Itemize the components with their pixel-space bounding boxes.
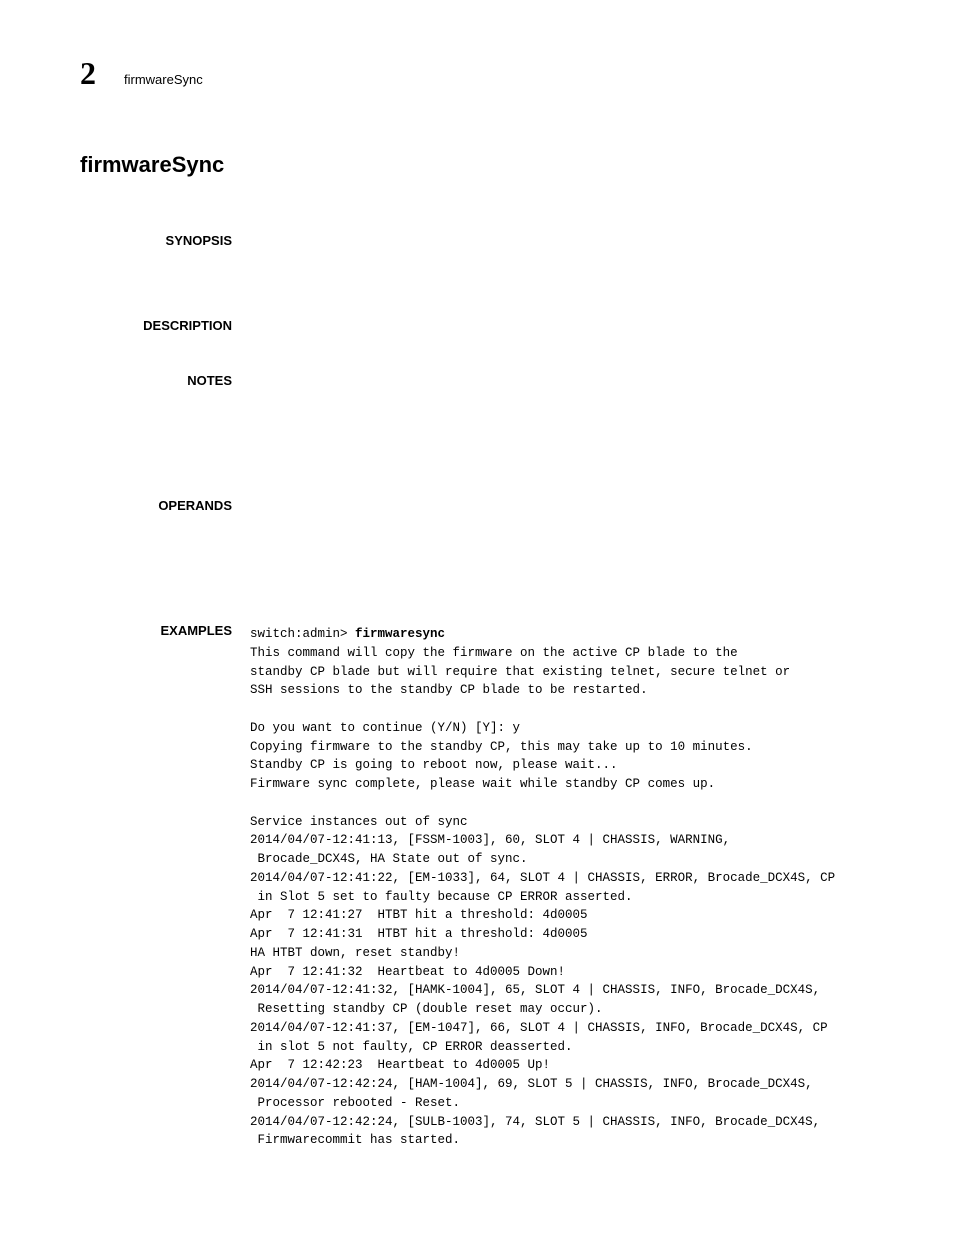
page-header: 2 firmwareSync: [80, 55, 874, 92]
synopsis-content: [250, 233, 874, 248]
operands-content: [250, 498, 874, 513]
section-examples: EXAMPLES switch:admin> firmwaresync This…: [80, 623, 874, 1150]
example-prompt: switch:admin>: [250, 627, 355, 641]
notes-content: [250, 373, 874, 388]
section-description: DESCRIPTION: [80, 318, 874, 333]
operands-label: OPERANDS: [80, 498, 250, 513]
chapter-number: 2: [80, 55, 96, 92]
section-synopsis: SYNOPSIS: [80, 233, 874, 248]
section-notes: NOTES: [80, 373, 874, 388]
description-label: DESCRIPTION: [80, 318, 250, 333]
example-command: firmwaresync: [355, 627, 445, 641]
main-heading: firmwareSync: [80, 152, 874, 178]
examples-label: EXAMPLES: [80, 623, 250, 1150]
example-code-block: switch:admin> firmwaresync This command …: [250, 625, 874, 1150]
synopsis-label: SYNOPSIS: [80, 233, 250, 248]
section-operands: OPERANDS: [80, 498, 874, 513]
notes-label: NOTES: [80, 373, 250, 388]
description-content: [250, 318, 874, 333]
example-body: This command will copy the firmware on t…: [250, 646, 835, 1148]
examples-content: switch:admin> firmwaresync This command …: [250, 623, 874, 1150]
running-title: firmwareSync: [124, 72, 203, 87]
